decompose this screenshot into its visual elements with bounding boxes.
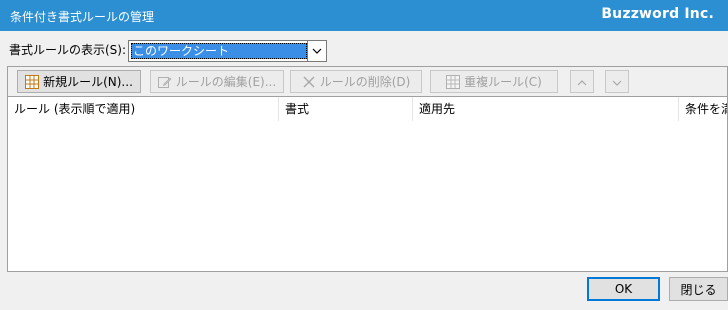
column-header-rule[interactable]: ルール (表示順で適用) [8, 97, 279, 121]
column-header-applies-to[interactable]: 適用先 [413, 97, 679, 121]
title-bar: 条件付き書式ルールの管理 Buzzword Inc. [0, 0, 728, 31]
move-up-button[interactable] [570, 70, 594, 93]
close-button[interactable]: 閉じる [669, 277, 728, 301]
copy-icon [446, 74, 461, 89]
scope-label: 書式ルールの表示(S): [9, 43, 127, 57]
duplicate-rule-label: 重複ルール(C) [464, 75, 542, 89]
move-down-button[interactable] [605, 70, 629, 93]
duplicate-rule-button[interactable]: 重複ルール(C) [430, 70, 558, 93]
edit-rule-button[interactable]: ルールの編集(E)... [150, 70, 284, 93]
table-icon [25, 74, 40, 89]
rules-list[interactable]: ルール (表示順で適用) 書式 適用先 条件を満 [8, 96, 727, 271]
rules-panel: 新規ルール(N)... ルールの編集(E)... ルールの削除(D) 重複ルール… [7, 66, 728, 272]
scope-select[interactable]: このワークシート [128, 40, 327, 62]
new-rule-button[interactable]: 新規ルール(N)... [17, 70, 141, 93]
delete-icon [302, 75, 316, 89]
column-header-stop-if-true[interactable]: 条件を満 [679, 97, 727, 121]
delete-rule-button[interactable]: ルールの削除(D) [290, 70, 422, 93]
watermark: Buzzword Inc. [601, 6, 714, 22]
window-title: 条件付き書式ルールの管理 [10, 10, 155, 24]
delete-rule-label: ルールの削除(D) [319, 75, 411, 89]
new-rule-label: 新規ルール(N)... [43, 75, 133, 89]
chevron-up-icon [577, 75, 587, 89]
column-header-format[interactable]: 書式 [279, 97, 413, 121]
rules-toolbar: 新規ルール(N)... ルールの編集(E)... ルールの削除(D) 重複ルール… [8, 67, 727, 96]
chevron-down-icon[interactable] [307, 41, 326, 61]
scope-select-value: このワークシート [131, 43, 307, 59]
chevron-down-icon [612, 75, 622, 89]
edit-icon [157, 75, 172, 89]
ok-button[interactable]: OK [587, 277, 660, 301]
edit-rule-label: ルールの編集(E)... [175, 75, 277, 89]
